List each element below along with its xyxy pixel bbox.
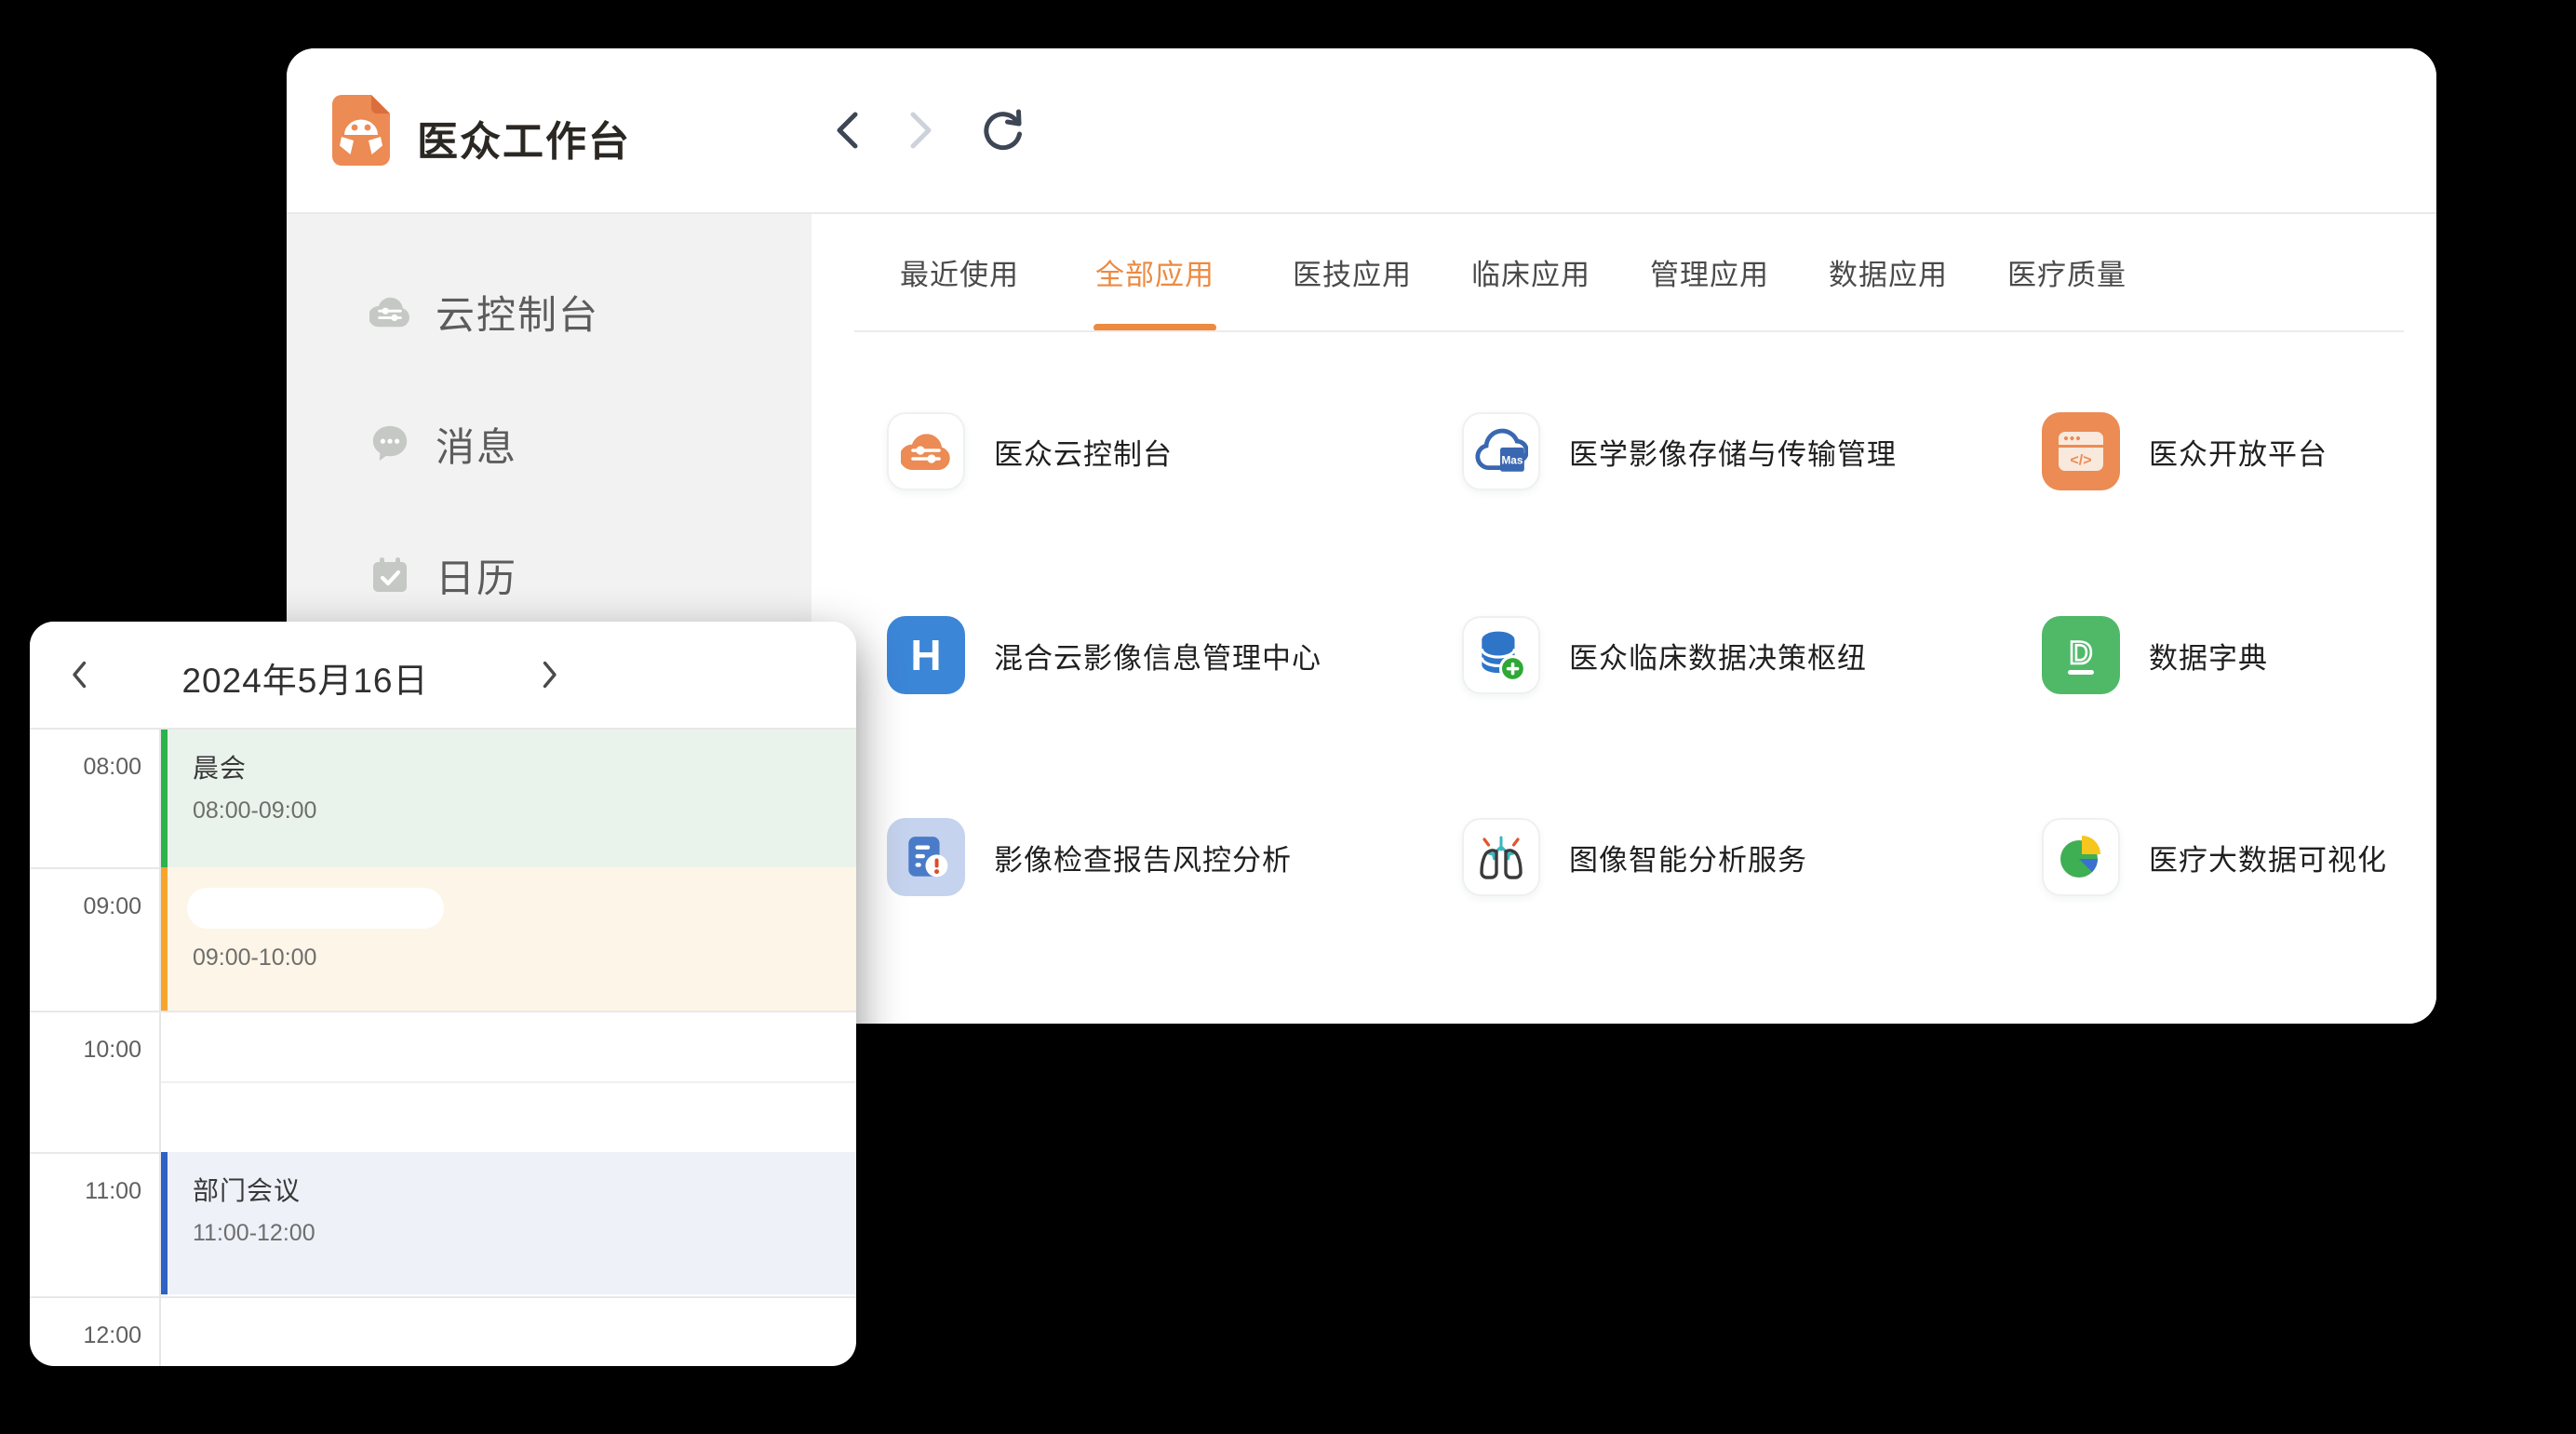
chevron-right-icon <box>908 111 934 150</box>
sidebar-item-messages[interactable]: 消息 <box>287 414 812 474</box>
hour-line <box>30 1011 856 1012</box>
tab-recently-used[interactable]: 最近使用 <box>900 214 1019 330</box>
refresh-button[interactable] <box>979 108 1024 153</box>
cloud-sliders-icon <box>887 412 965 490</box>
event-title: 晨会 <box>193 752 856 785</box>
tab-medtech-apps[interactable]: 医技应用 <box>1293 214 1412 330</box>
app-label: 医疗大数据可视化 <box>2149 837 2387 878</box>
time-label: 12:00 <box>30 1322 141 1349</box>
tab-management-apps[interactable]: 管理应用 <box>1650 214 1769 330</box>
time-label: 09:00 <box>30 893 141 920</box>
content-area: 最近使用 全部应用 医技应用 临床应用 管理应用 数据应用 医疗质量 <box>812 214 2436 1024</box>
app-image-ai-analysis[interactable]: 图像智能分析服务 <box>1462 818 1807 896</box>
app-label: 图像智能分析服务 <box>1569 837 1807 878</box>
app-label: 医众开放平台 <box>2149 431 2328 473</box>
app-open-platform[interactable]: </> 医众开放平台 <box>2042 412 2328 490</box>
time-label: 08:00 <box>30 754 141 781</box>
event-accent-bar <box>161 730 168 867</box>
event-accent-bar <box>161 867 168 1011</box>
calendar-day-grid: 08:00 09:00 10:00 11:00 12:00 晨会 08:00-0… <box>30 728 856 1366</box>
sidebar-item-calendar[interactable]: 日历 <box>287 545 812 605</box>
tab-divider <box>854 330 2404 332</box>
half-hour-line <box>159 1081 856 1083</box>
calendar-event-department-meeting[interactable]: 部门会议 11:00-12:00 <box>161 1152 856 1294</box>
calendar-header: 2024年5月16日 <box>30 622 856 728</box>
event-time: 11:00-12:00 <box>193 1217 856 1249</box>
tab-medical-quality[interactable]: 医疗质量 <box>2007 214 2127 330</box>
calendar-check-icon <box>369 555 410 596</box>
window-header: 医众工作台 <box>287 48 2436 212</box>
pie-chart-icon <box>2042 818 2120 896</box>
report-alert-icon <box>887 818 965 896</box>
calendar-next-day-button[interactable] <box>536 657 564 692</box>
app-big-data-visualization[interactable]: 医疗大数据可视化 <box>2042 818 2387 896</box>
calendar-prev-day-button[interactable] <box>65 657 93 692</box>
message-bubble-icon <box>369 423 410 464</box>
tab-bar: 最近使用 全部应用 医技应用 临床应用 管理应用 数据应用 医疗质量 <box>900 214 2127 330</box>
tab-data-apps[interactable]: 数据应用 <box>1829 214 1948 330</box>
app-label: 医学影像存储与传输管理 <box>1569 431 1897 473</box>
lungs-icon <box>1462 818 1540 896</box>
tab-all-apps[interactable]: 全部应用 <box>1095 214 1214 330</box>
calendar-event-morning-meeting[interactable]: 晨会 08:00-09:00 <box>161 730 856 867</box>
app-label: 数据字典 <box>2149 635 2268 677</box>
time-label: 10:00 <box>30 1037 141 1064</box>
calendar-date: 2024年5月16日 <box>128 652 482 703</box>
hour-line <box>30 1296 856 1298</box>
svg-text:D: D <box>2070 636 2093 671</box>
tab-clinical-apps[interactable]: 临床应用 <box>1471 214 1590 330</box>
event-title: 部门会议 <box>193 1174 856 1208</box>
event-title-redacted <box>187 888 444 929</box>
svg-text:Mas: Mas <box>1501 453 1523 466</box>
cloud-storage-icon: Mas <box>1462 412 1540 490</box>
calendar-event-redacted[interactable]: 09:00-10:00 <box>161 867 856 1011</box>
app-image-storage-transfer[interactable]: Mas 医学影像存储与传输管理 <box>1462 412 1897 490</box>
sidebar-item-label: 云控制台 <box>436 284 599 341</box>
app-cloud-console[interactable]: 医众云控制台 <box>887 412 1173 490</box>
sidebar-item-cloud-console[interactable]: 云控制台 <box>287 282 812 342</box>
code-window-icon: </> <box>2042 412 2120 490</box>
refresh-icon <box>980 109 1023 152</box>
nav-forward-button[interactable] <box>899 108 944 153</box>
letter-h-icon: H <box>887 616 965 694</box>
chevron-left-icon <box>834 111 860 150</box>
chevron-left-icon <box>71 660 87 690</box>
dictionary-icon: D <box>2042 616 2120 694</box>
app-label: 混合云影像信息管理中心 <box>994 635 1322 677</box>
app-logo-icon <box>332 95 390 166</box>
time-label: 11:00 <box>30 1178 141 1205</box>
event-accent-bar <box>161 1152 168 1294</box>
cloud-settings-icon <box>369 291 410 332</box>
app-report-risk-analysis[interactable]: 影像检查报告风控分析 <box>887 818 1292 896</box>
calendar-panel: 2024年5月16日 08:00 09:00 10:00 11:00 12:00 <box>30 622 856 1366</box>
event-time: 08:00-09:00 <box>193 795 856 826</box>
chevron-right-icon <box>542 660 558 690</box>
app-label: 医众临床数据决策枢纽 <box>1569 635 1867 677</box>
svg-text:</>: </> <box>2070 453 2091 469</box>
app-label: 医众云控制台 <box>994 431 1173 473</box>
app-label: 影像检查报告风控分析 <box>994 837 1292 878</box>
app-hybrid-cloud-imaging[interactable]: H 混合云影像信息管理中心 <box>887 616 1322 694</box>
window-title: 医众工作台 <box>417 108 631 168</box>
database-plus-icon <box>1462 616 1540 694</box>
desktop-background: 医众工作台 <box>0 0 2576 1434</box>
sidebar-item-label: 日历 <box>436 547 517 604</box>
app-data-dictionary[interactable]: D 数据字典 <box>2042 616 2268 694</box>
event-time: 09:00-10:00 <box>193 942 856 973</box>
nav-back-button[interactable] <box>825 108 869 153</box>
sidebar-item-label: 消息 <box>436 416 517 473</box>
app-clinical-data-hub[interactable]: 医众临床数据决策枢纽 <box>1462 616 1867 694</box>
